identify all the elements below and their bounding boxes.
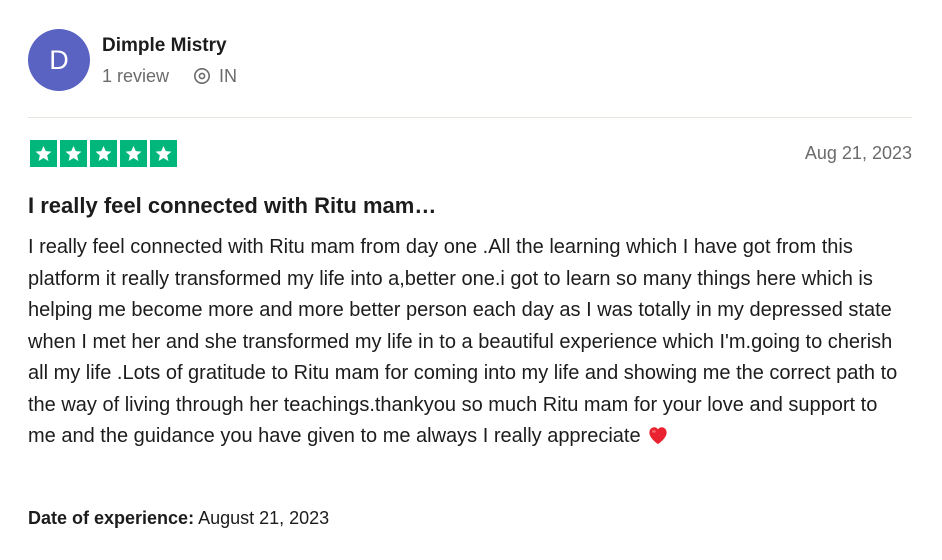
date-of-experience: Date of experience: August 21, 2023	[28, 507, 329, 529]
experience-label: Date of experience:	[28, 508, 195, 528]
star-icon	[120, 140, 147, 167]
review-card: D Dimple Mistry 1 review IN Aug 21, 2023…	[0, 0, 942, 560]
review-date: Aug 21, 2023	[804, 143, 912, 163]
star-icon	[30, 140, 57, 167]
location-pin-icon	[194, 68, 211, 84]
consumer-info: Dimple Mistry 1 review IN	[102, 33, 237, 87]
star-rating	[30, 140, 180, 167]
avatar-initial: D	[49, 44, 69, 75]
review-body-text: I really feel connected with Ritu mam fr…	[28, 236, 898, 447]
divider	[28, 117, 912, 118]
review-body: I really feel connected with Ritu mam fr…	[28, 232, 908, 456]
heart-icon	[647, 424, 669, 456]
review-count: 1 review	[102, 66, 170, 86]
star-icon	[60, 140, 87, 167]
consumer-meta: 1 review IN	[102, 65, 237, 87]
avatar[interactable]: D	[28, 29, 90, 91]
experience-date: August 21, 2023	[198, 508, 330, 528]
star-icon	[90, 140, 117, 167]
consumer-location: IN	[193, 65, 237, 87]
consumer-name[interactable]: Dimple Mistry	[102, 35, 237, 57]
star-icon	[150, 140, 177, 167]
country-code: IN	[219, 66, 238, 86]
consumer-header[interactable]: D Dimple Mistry 1 review IN	[28, 29, 237, 91]
review-title[interactable]: I really feel connected with Ritu mam…	[28, 193, 436, 219]
